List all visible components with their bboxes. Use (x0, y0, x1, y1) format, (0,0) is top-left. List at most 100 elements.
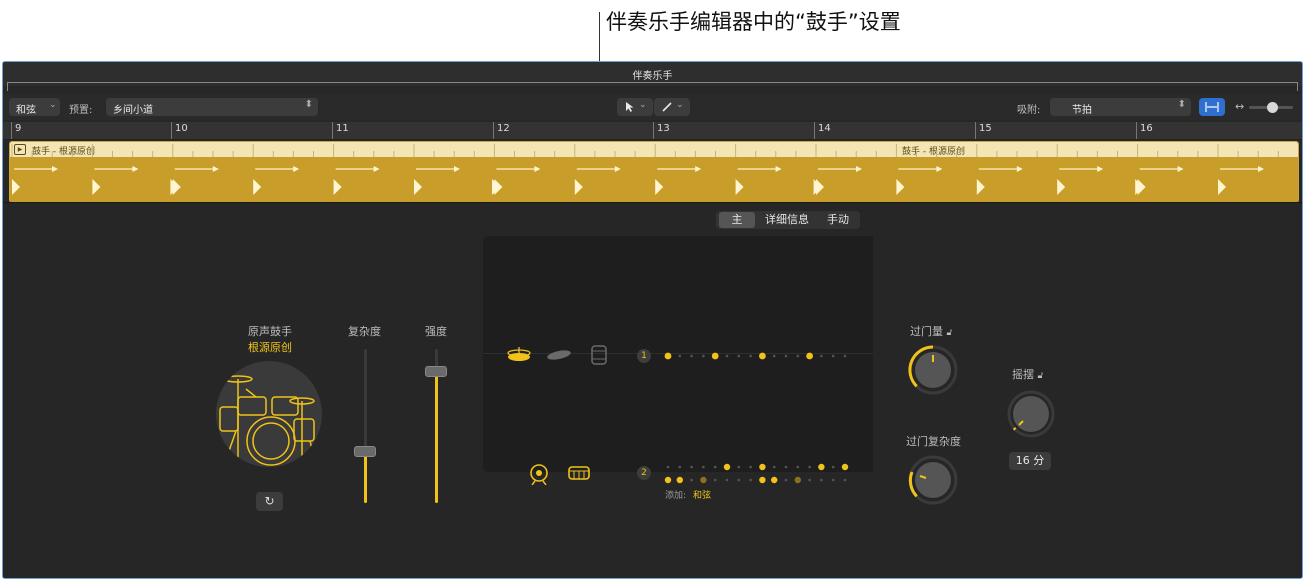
bar-marker: 15 (975, 122, 992, 139)
step-dot (808, 465, 811, 469)
pattern-triangle (494, 179, 503, 195)
row1-step-pattern[interactable] (661, 349, 851, 363)
pattern-triangle (414, 179, 422, 195)
step-dot (737, 478, 741, 482)
step-dot (808, 478, 811, 482)
lock-icon[interactable]: 🔓︎ (947, 328, 953, 338)
pencil-icon (662, 102, 672, 112)
step-dot (831, 354, 835, 358)
step-dot (818, 463, 825, 471)
zoom-slider[interactable] (1249, 102, 1293, 113)
step-dot (784, 354, 788, 358)
pattern-triangle (896, 179, 905, 195)
pattern-triangle (574, 179, 583, 195)
complexity-slider[interactable] (354, 349, 376, 503)
step-dot (843, 478, 847, 482)
panel-tabs: 主 详细信息 手动 (716, 211, 860, 229)
preset-select[interactable]: 乡间小道 ⬍ (106, 98, 318, 116)
pattern-triangle (12, 179, 20, 195)
complexity-label: 复杂度 (348, 325, 381, 338)
loudness-slider-thumb[interactable] (425, 366, 447, 377)
row2-step-pattern[interactable] (661, 461, 851, 487)
bar-marker: 9 (11, 122, 21, 139)
tambourine-icon[interactable] (589, 344, 609, 366)
pattern-arrow (373, 166, 380, 172)
fill-amount-knob[interactable] (907, 344, 959, 396)
pattern-triangle (976, 179, 985, 195)
step-dot (806, 352, 813, 360)
snap-select[interactable]: 节拍 ⬍ (1050, 98, 1191, 116)
add-label: 添加: (665, 491, 687, 501)
tab-details[interactable]: 详细信息 (759, 211, 815, 229)
pattern-arrow (132, 166, 139, 172)
chevron-down-icon: ⌄ (49, 100, 57, 110)
lock-icon[interactable]: 🔓︎ (1038, 371, 1044, 381)
bar-marker: 12 (493, 122, 510, 139)
drummer-type: 原声鼓手 (248, 325, 292, 338)
fill-complexity-knob-graphic (908, 455, 958, 505)
swing-resolution-button[interactable]: 16 分 (1009, 452, 1051, 470)
catch-button[interactable] (1199, 98, 1225, 116)
bar-marker: 14 (814, 122, 831, 139)
step-dot (678, 354, 682, 358)
complexity-slider-fill (364, 451, 367, 503)
timeline-ruler[interactable]: 9 10 11 12 13 14 15 16 (3, 122, 1302, 140)
bar-marker: 10 (171, 122, 188, 139)
step-dot (725, 478, 729, 482)
fill-complexity-knob[interactable] (907, 454, 959, 506)
cymbal-icon[interactable] (546, 346, 572, 362)
step-dot (664, 476, 672, 484)
pattern-triangle (816, 179, 824, 195)
step-dot (796, 354, 800, 358)
pattern-triangle (1218, 179, 1226, 195)
zoom-slider-thumb[interactable] (1267, 102, 1278, 113)
complexity-slider-thumb[interactable] (354, 446, 376, 457)
region-beat-ticks (11, 144, 1279, 157)
step-dot (666, 465, 670, 469)
chord-button[interactable]: 和弦 ⌄ (9, 98, 60, 116)
pattern-arrow (856, 166, 862, 172)
pattern-arrow (293, 166, 300, 172)
drum-kit-icon (219, 375, 317, 466)
pencil-tool-menu[interactable]: ⌄ (654, 98, 690, 116)
step-dot (690, 354, 693, 358)
catch-icon (1205, 102, 1219, 112)
fill-complexity-label: 过门复杂度 (906, 435, 961, 448)
refresh-drummer-button[interactable]: ↻ (256, 492, 283, 511)
snap-label: 吸附: (1017, 105, 1041, 116)
swing-knob[interactable] (1006, 389, 1056, 439)
loudness-slider[interactable] (425, 349, 447, 503)
pattern-triangle (655, 179, 664, 195)
horizontal-zoom-icon: ↔ (1235, 100, 1245, 113)
add-value[interactable]: 和弦 (693, 488, 711, 501)
pointer-tool-menu[interactable]: ⌄ (617, 98, 653, 116)
step-dot (843, 354, 847, 358)
step-dot (831, 465, 835, 469)
pattern-arrow (212, 166, 219, 172)
bar-marker: 13 (653, 122, 670, 139)
step-dot (771, 476, 778, 484)
chevron-down-icon: ⌄ (676, 100, 684, 110)
drummer-region[interactable]: ▶ 鼓手 - 根源原创 鼓手 - 根源原创 (9, 141, 1299, 203)
tab-manual[interactable]: 手动 (818, 211, 858, 229)
step-dot (713, 465, 717, 469)
step-dot (759, 463, 766, 471)
snare-drum-icon[interactable] (567, 464, 591, 482)
title-bracket (7, 82, 1298, 91)
pattern-triangle (172, 179, 181, 195)
hihat-icon[interactable] (506, 345, 532, 365)
kick-drum-icon[interactable] (529, 463, 549, 485)
tab-main[interactable]: 主 (719, 212, 755, 228)
window-title: 伴奏乐手 (632, 71, 673, 82)
step-dot (700, 476, 707, 484)
region-header: ▶ 鼓手 - 根源原创 鼓手 - 根源原创 (10, 142, 1298, 157)
pattern-triangle (92, 179, 101, 195)
bar-marker: 16 (1136, 122, 1153, 139)
step-dot (713, 478, 717, 482)
pattern-triangle (253, 179, 262, 195)
pattern-arrow (1177, 166, 1184, 172)
drummer-name[interactable]: 根源原创 (248, 339, 292, 355)
pattern-arrow (695, 166, 702, 172)
drum-pattern-graphic (12, 166, 1264, 195)
drum-kit-image[interactable] (216, 361, 322, 467)
